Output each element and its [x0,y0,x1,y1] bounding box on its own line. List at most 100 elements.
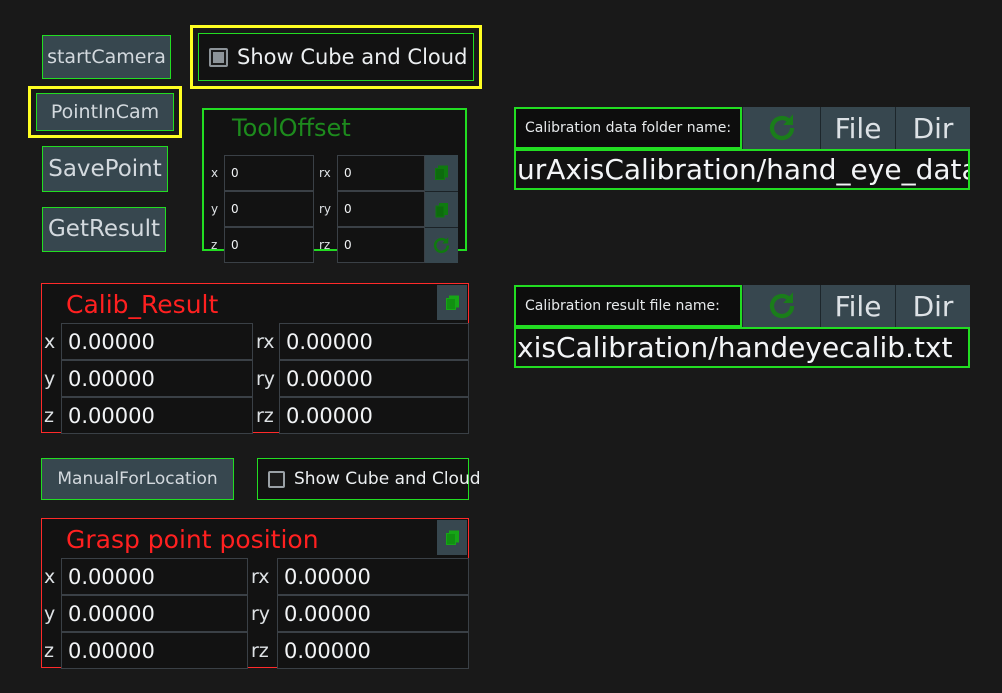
cell-label: y [211,202,219,216]
show-cube-and-cloud-label-top: Show Cube and Cloud [237,45,468,69]
tool-offset-y-input[interactable]: 0 [224,191,314,227]
tool-offset-z-input[interactable]: 0 [224,227,314,263]
grasp-point-right-labels: rx ry rz [251,558,277,669]
cell-label: ry [319,202,332,216]
folder-file-button[interactable]: File [820,107,895,149]
grasp-point-title: Grasp point position [66,525,319,554]
manual-for-location-label: ManualForLocation [57,468,218,489]
calib-result-left-values: 0.00000 0.00000 0.00000 [61,323,253,434]
tool-offset-rz-input[interactable]: 0 [337,227,425,263]
tool-offset-rx-input[interactable]: 0 [337,155,425,191]
tool-offset-ry-input[interactable]: 0 [337,191,425,227]
show-cube-and-cloud-label-bottom: Show Cube and Cloud [294,469,481,489]
show-cube-and-cloud-checkbox-top[interactable]: Show Cube and Cloud [198,33,474,81]
grasp-point-copy-button[interactable] [437,520,467,555]
grasp-point-y-input[interactable]: 0.00000 [61,595,248,632]
result-file-file-label: File [834,289,882,323]
grasp-point-rx-input[interactable]: 0.00000 [277,558,469,595]
tool-offset-copy-button-2[interactable] [425,191,458,227]
point-in-cam-focus-ring: PointInCam [28,86,182,138]
cell-label: x [211,166,219,180]
cell-label: rx [319,166,331,180]
cell-label: rz [251,639,269,662]
start-camera-button[interactable]: startCamera [42,35,171,79]
cell-label: z [44,404,54,427]
get-result-label: GetResult [47,216,161,242]
get-result-button[interactable]: GetResult [42,207,166,252]
cell-label: x [44,330,56,353]
tool-offset-refresh-button[interactable] [425,227,458,263]
calib-result-rz-input[interactable]: 0.00000 [279,397,469,434]
grasp-point-left-labels: x y z [44,558,61,669]
grasp-point-ry-input[interactable]: 0.00000 [277,595,469,632]
cell-label: ry [256,367,276,390]
calibration-data-folder-path-input[interactable]: urAxisCalibration/hand_eye_data [514,149,970,190]
checkbox-indicator-icon[interactable] [268,470,285,488]
tool-offset-icon-column [425,155,458,263]
calibration-result-file-selector: Calibration result file name: File Dir [514,285,970,327]
result-file-file-button[interactable]: File [820,285,895,327]
cell-label: rx [256,330,275,353]
folder-file-label: File [834,111,882,145]
copy-icon [434,202,449,218]
calib-result-rx-input[interactable]: 0.00000 [279,323,469,360]
checkbox-indicator-icon[interactable] [209,47,228,67]
tool-offset-copy-button-1[interactable] [425,155,458,191]
calib-result-z-input[interactable]: 0.00000 [61,397,253,434]
show-cube-cloud-focus-ring: Show Cube and Cloud [190,25,482,89]
calib-result-ry-input[interactable]: 0.00000 [279,360,469,397]
calibration-data-folder-selector: Calibration data folder name: File Dir [514,107,970,149]
grasp-point-x-input[interactable]: 0.00000 [61,558,248,595]
calib-result-x-input[interactable]: 0.00000 [61,323,253,360]
result-file-path-value: xisCalibration/handeyecalib.txt [517,331,953,364]
grasp-point-group: Grasp point position x y z 0.00000 0.000… [41,518,469,669]
tool-offset-x-input[interactable]: 0 [224,155,314,191]
calib-result-y-input[interactable]: 0.00000 [61,360,253,397]
show-cube-and-cloud-checkbox-bottom[interactable]: Show Cube and Cloud [257,458,481,500]
cell-label: y [44,367,56,390]
grasp-point-rz-input[interactable]: 0.00000 [277,632,469,669]
folder-dir-label: Dir [912,111,954,145]
result-file-dir-label: Dir [912,289,954,323]
calib-result-copy-button[interactable] [437,285,467,320]
grasp-point-z-input[interactable]: 0.00000 [61,632,248,669]
calibration-result-file-path-input[interactable]: xisCalibration/handeyecalib.txt [514,327,970,368]
cell-label: rz [256,404,274,427]
calib-result-group: Calib_Result x y z 0.00000 0.00000 0.000… [41,283,469,434]
manual-for-location-button[interactable]: ManualForLocation [41,458,234,500]
point-in-cam-button[interactable]: PointInCam [36,93,174,131]
result-file-label-text: Calibration result file name: [525,298,720,314]
copy-icon [445,295,460,311]
folder-dir-button[interactable]: Dir [895,107,970,149]
cell-label: rz [319,238,331,252]
grasp-point-left-values: 0.00000 0.00000 0.00000 [61,558,248,669]
save-point-button[interactable]: SavePoint [42,146,168,192]
refresh-icon [432,236,451,255]
folder-label-text: Calibration data folder name: [525,120,732,136]
cell-label: z [211,238,218,252]
cell-label: y [44,602,56,625]
calib-result-grid: x y z 0.00000 0.00000 0.00000 rx ry rz 0… [44,323,469,434]
folder-path-value: urAxisCalibration/hand_eye_data [517,153,970,186]
result-file-dir-button[interactable]: Dir [895,285,970,327]
calib-result-right-labels: rx ry rz [256,323,279,434]
tool-offset-right-labels: rx ry rz [319,155,337,263]
tool-offset-grid: x y z 0 0 0 rx ry rz 0 0 0 [211,155,458,263]
copy-icon [445,530,460,546]
grasp-point-right-values: 0.00000 0.00000 0.00000 [277,558,469,669]
calib-result-left-labels: x y z [44,323,61,434]
tool-offset-left-values: 0 0 0 [224,155,314,263]
copy-icon [434,165,449,181]
result-file-refresh-button[interactable] [742,285,820,327]
save-point-label: SavePoint [48,155,162,182]
folder-refresh-button[interactable] [742,107,820,149]
tool-offset-group: ToolOffset x y z 0 0 0 rx ry rz 0 0 0 [202,108,467,263]
grasp-point-grid: x y z 0.00000 0.00000 0.00000 rx ry rz 0… [44,558,469,669]
cell-label: ry [251,602,271,625]
cell-label: z [44,639,54,662]
cell-label: x [44,565,56,588]
calib-result-right-values: 0.00000 0.00000 0.00000 [279,323,469,434]
tool-offset-right-values: 0 0 0 [337,155,425,263]
start-camera-label: startCamera [47,45,166,68]
calibration-result-file-label: Calibration result file name: [514,285,742,327]
